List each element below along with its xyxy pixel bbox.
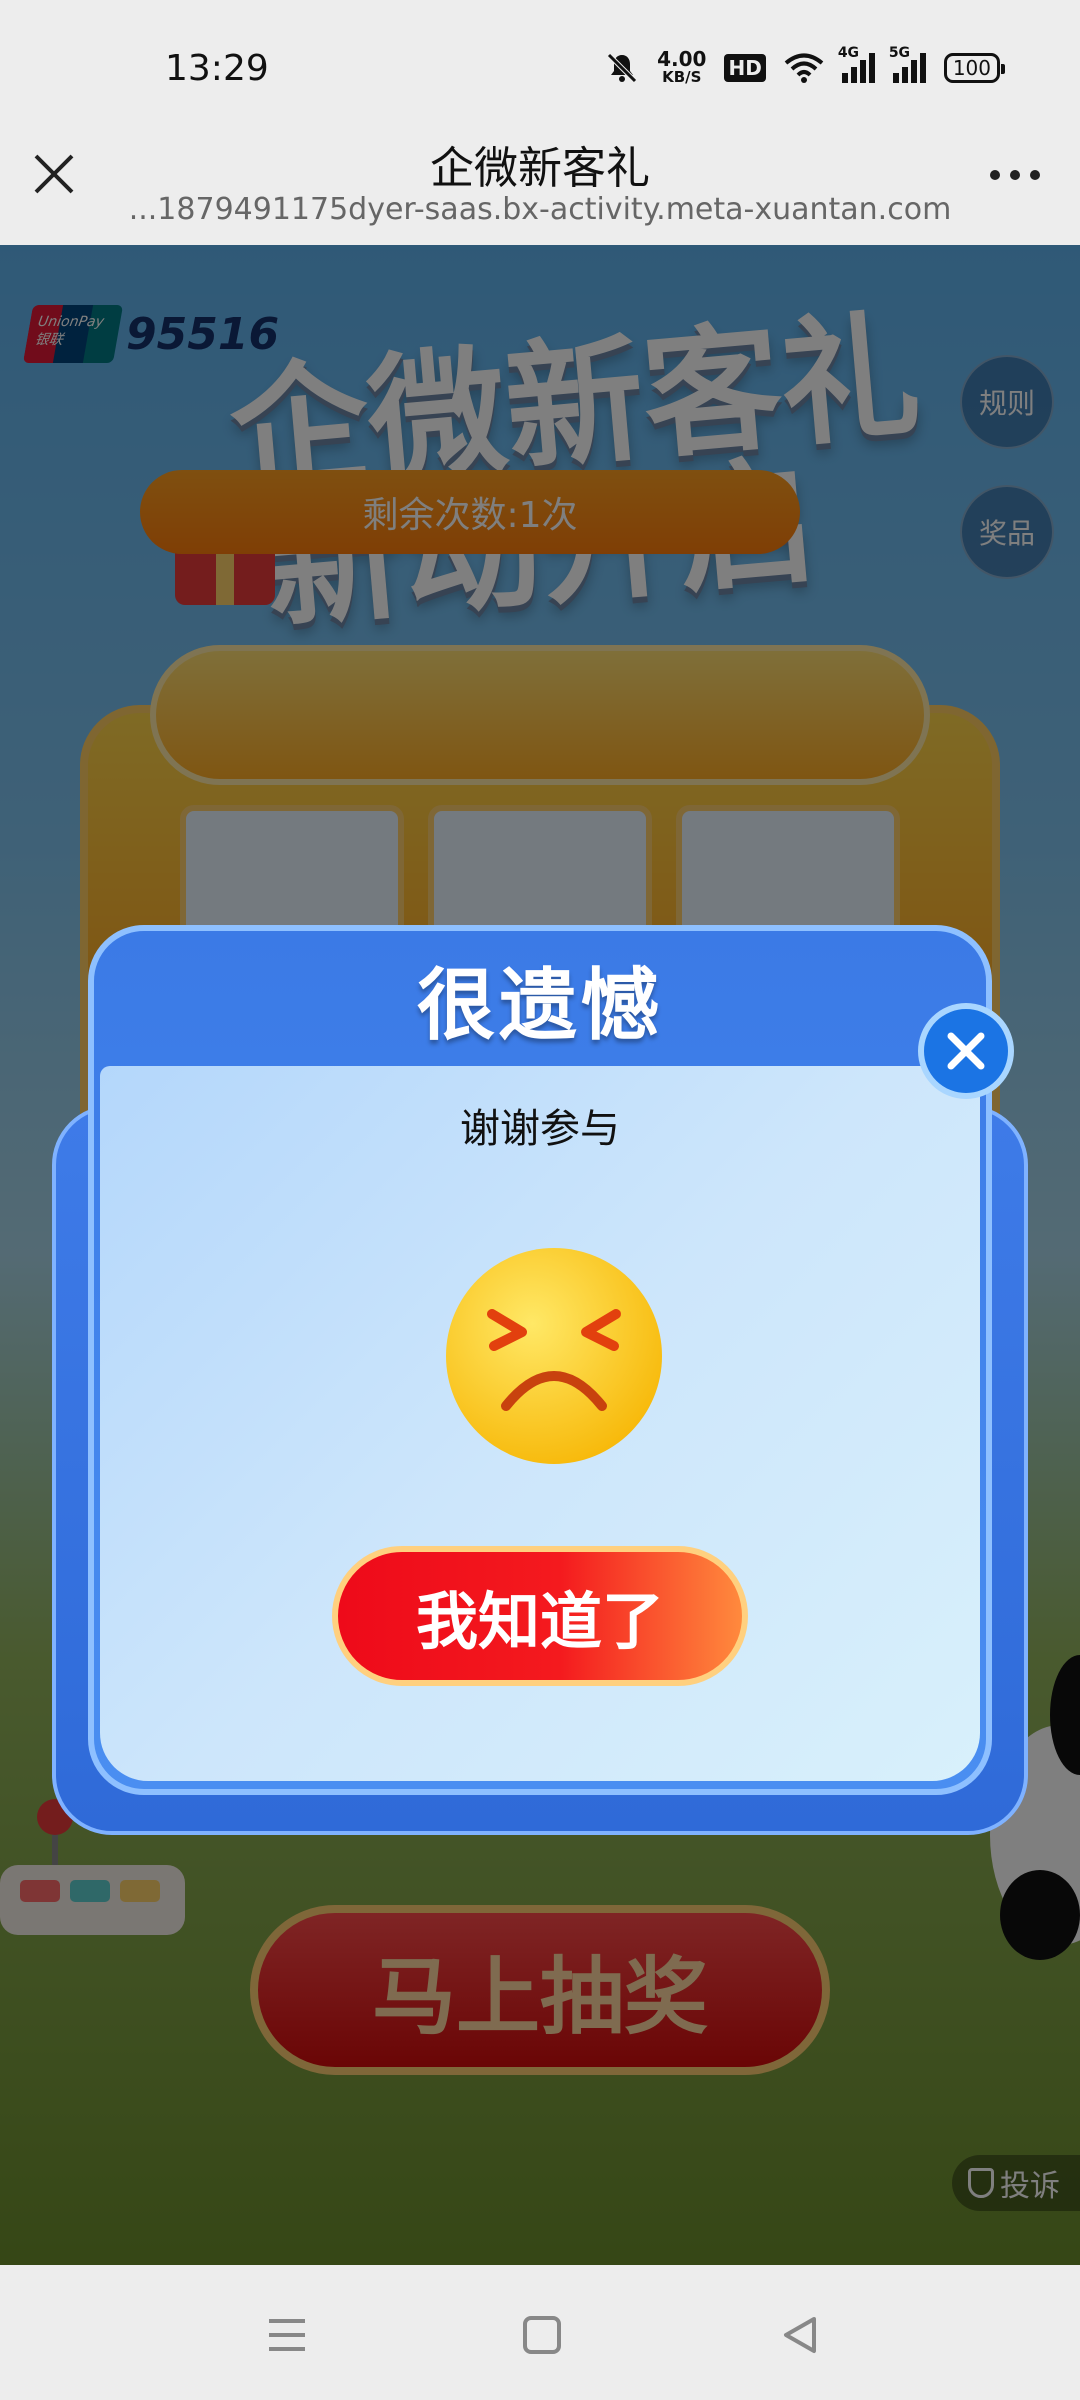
status-time: 13:29 xyxy=(165,48,269,89)
modal-panel: 很遗憾 谢谢参与 我知道了 xyxy=(88,925,992,1795)
browser-nav-bar: 企微新客礼 ...1879491175dyer-saas.bx-activity… xyxy=(0,120,1080,245)
signal-5g-label: 5G xyxy=(888,45,911,61)
home-square-icon[interactable] xyxy=(522,2315,562,2359)
battery-indicator: 100 xyxy=(943,53,1006,83)
signal-4g-label: 4G xyxy=(837,45,860,61)
system-nav-bar xyxy=(0,2265,1080,2400)
close-icon xyxy=(947,1032,985,1070)
net-speed: 4.00 KB/S xyxy=(657,47,707,86)
signal-4g-icon: 4G xyxy=(838,45,875,83)
net-speed-value: 4.00 xyxy=(657,47,707,71)
modal-close-button[interactable] xyxy=(918,1003,1014,1099)
activity-page: UnionPay 银联 95516 企微新客礼 新动开启 规则 奖品 xyxy=(0,245,1080,2265)
back-triangle-icon[interactable] xyxy=(780,2315,820,2359)
net-speed-unit: KB/S xyxy=(662,68,702,86)
modal-title: 很遗憾 xyxy=(416,960,663,1051)
confirm-button[interactable]: 我知道了 xyxy=(332,1546,748,1686)
sad-face-icon xyxy=(446,1248,662,1464)
modal-message: 谢谢参与 xyxy=(460,1106,620,1152)
modal-body: 谢谢参与 我知道了 xyxy=(100,1066,980,1781)
signal-5g-icon: 5G xyxy=(889,45,926,83)
status-bar: 13:29 4.00 KB/S HD 4G 5G 100 xyxy=(0,0,1080,140)
status-icons: 4.00 KB/S HD 4G 5G 100 xyxy=(605,45,1006,86)
wifi-icon xyxy=(784,53,824,83)
menu-icon[interactable] xyxy=(265,2315,309,2359)
mute-bell-icon xyxy=(607,53,637,83)
hd-badge: HD xyxy=(724,54,766,82)
page-url: ...1879491175dyer-saas.bx-activity.meta-… xyxy=(128,192,952,227)
more-icon[interactable] xyxy=(990,170,1040,180)
page-title: 企微新客礼 xyxy=(430,143,650,194)
modal-header: 很遗憾 xyxy=(94,931,986,1066)
result-modal: 很遗憾 谢谢参与 我知道了 xyxy=(52,925,1028,1845)
